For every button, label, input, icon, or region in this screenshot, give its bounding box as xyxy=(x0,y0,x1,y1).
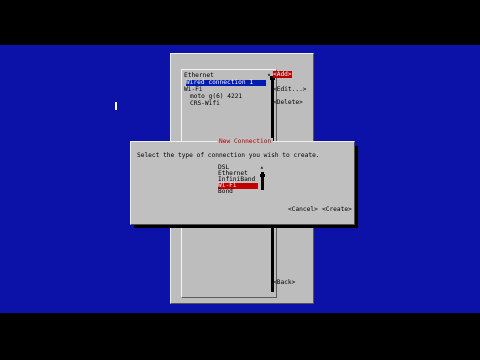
back-button[interactable]: <Back> xyxy=(273,279,295,286)
list-item-crs-wifi[interactable]: CRS-Wifi xyxy=(190,100,220,107)
dialog-title: New Connection xyxy=(217,138,274,146)
type-option-bond[interactable]: Bond xyxy=(218,188,233,195)
create-button[interactable]: <Create> xyxy=(322,206,352,213)
text-cursor-icon xyxy=(115,102,117,110)
add-button[interactable]: <Add> xyxy=(273,71,292,78)
type-list-scrollbar-thumb[interactable] xyxy=(260,174,265,177)
connection-type-list[interactable]: DSL Ethernet InfiniBand Wi-Fi Bond ▴ xyxy=(217,164,267,199)
cancel-button[interactable]: <Cancel> xyxy=(288,206,318,213)
new-connection-dialog: New Connection Select the type of connec… xyxy=(130,138,355,225)
edit-button[interactable]: <Edit...> xyxy=(273,86,307,93)
delete-button[interactable]: <Delete> xyxy=(273,99,303,106)
scroll-up-icon[interactable]: ▴ xyxy=(260,164,264,171)
dialog-prompt: Select the type of connection you wish t… xyxy=(137,152,320,159)
